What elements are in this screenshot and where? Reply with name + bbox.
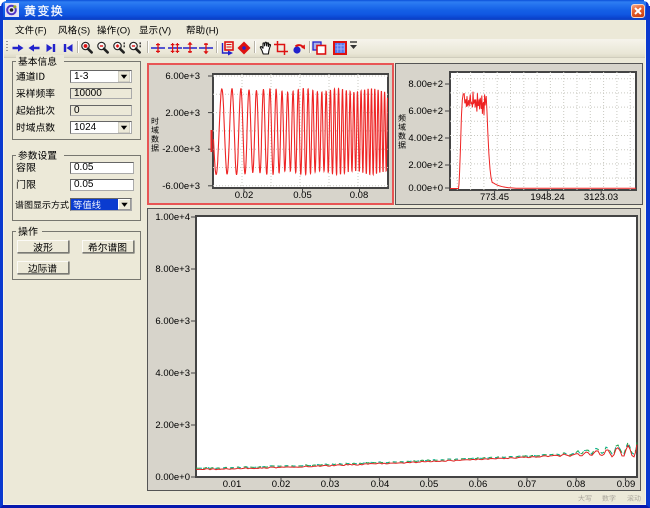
- svg-text:(O): (O): [117, 25, 131, 36]
- svg-text:(H): (H): [206, 25, 219, 36]
- svg-text:(S): (S): [78, 25, 91, 36]
- svg-text:(F): (F): [35, 25, 47, 36]
- svg-text:(V): (V): [159, 25, 172, 36]
